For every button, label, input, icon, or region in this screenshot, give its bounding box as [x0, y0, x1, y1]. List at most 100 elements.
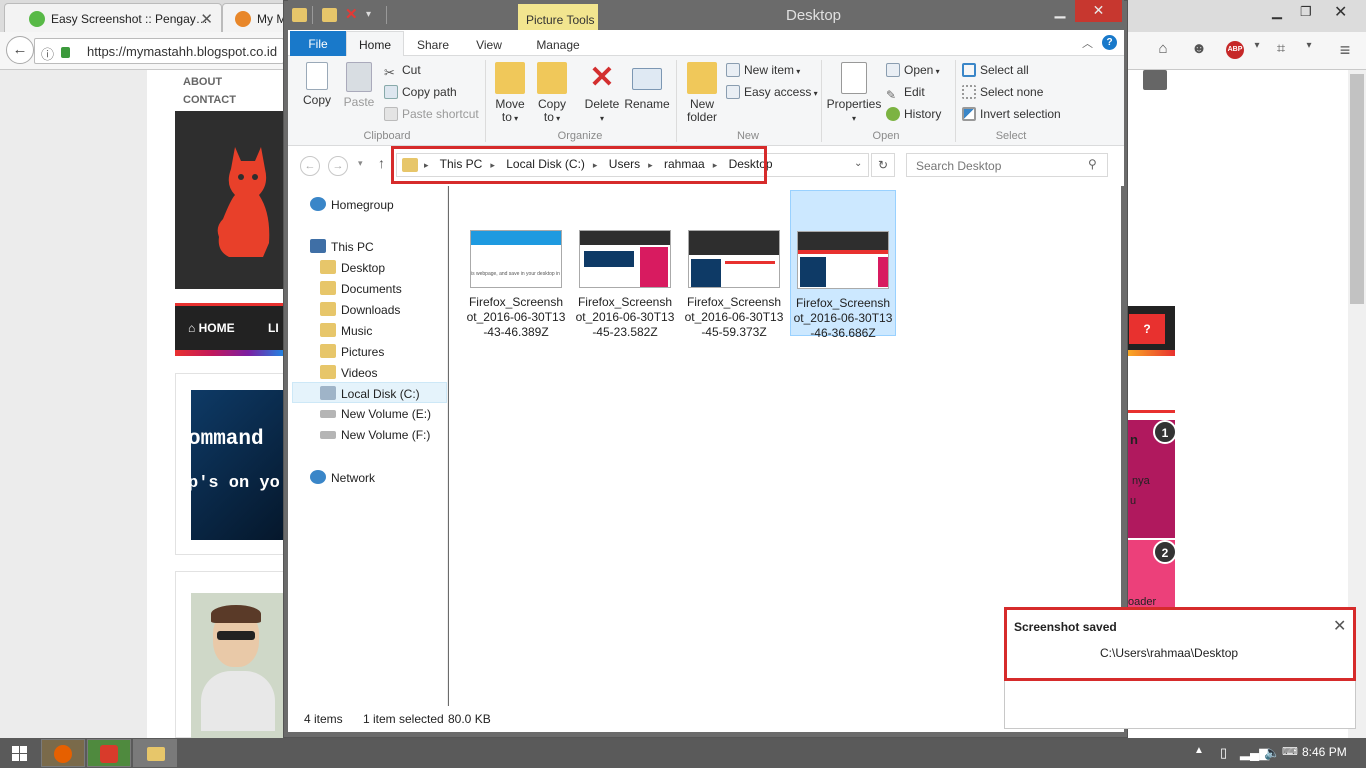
close-tab-icon[interactable]: ✕ [200, 10, 213, 28]
adblock-icon[interactable]: ABP [1226, 41, 1244, 59]
side-stripe [1128, 410, 1175, 413]
menu-icon[interactable]: ≡ [1334, 40, 1356, 60]
refresh-button[interactable]: ↻ [871, 153, 895, 177]
nav-videos[interactable]: Videos [320, 365, 377, 380]
invert-selection-button[interactable]: Invert selection [962, 106, 1061, 124]
browser-tab-my[interactable]: My M [222, 3, 288, 32]
restore-icon[interactable]: ❐ [1300, 4, 1312, 20]
thumbnail-sidebar [640, 247, 668, 287]
home-icon[interactable]: ⌂ [1152, 40, 1174, 60]
select-none-button[interactable]: Select none [962, 84, 1043, 102]
file-item[interactable]: Firefox_Screensh ot_2016-06-30T13 -45-59.3… [681, 190, 787, 339]
edit-button[interactable]: ✎ Edit [886, 84, 925, 102]
menu-home-link[interactable]: ⌂ HOME [188, 321, 235, 335]
nav-pictures[interactable]: Pictures [320, 344, 384, 359]
file-item[interactable]: is webpage, and save in your desktop in … [463, 190, 569, 339]
help-button[interactable]: ? [1129, 314, 1165, 344]
screenshot-app-taskbar-button[interactable] [87, 739, 131, 767]
image-thumbnail: is webpage, and save in your desktop in … [470, 230, 562, 288]
menu-next-link[interactable]: LI [268, 321, 279, 335]
firefox-taskbar-button[interactable] [41, 739, 85, 767]
explorer-taskbar-button[interactable] [133, 739, 177, 767]
info-icon[interactable]: ⓘ [41, 44, 54, 63]
tab-file[interactable]: File [290, 31, 346, 56]
delete-button[interactable]: ✕ Delete ▾ [582, 62, 622, 125]
recent-locations-icon[interactable]: ▾ [358, 158, 363, 169]
url-bar[interactable]: ⓘ https://mymastahh.blogspot.co.id [34, 38, 284, 64]
browser-tab-easy-screenshot[interactable]: Easy Screenshot :: Pengay… ✕ [4, 3, 222, 32]
move-to-button[interactable]: Move to ▾ [492, 62, 528, 125]
nav-network[interactable]: Network [310, 470, 375, 485]
back-button[interactable]: ← [6, 36, 34, 64]
rank-badge: 1 [1153, 420, 1177, 444]
back-button[interactable]: ← [300, 156, 320, 176]
volume-icon[interactable]: 🔈 [1264, 745, 1280, 761]
file-item[interactable]: Firefox_Screensh ot_2016-06-30T13 -45-23.5… [572, 190, 678, 339]
move-to-label-2: to [501, 110, 512, 124]
selection-size: 80.0 KB [448, 712, 491, 726]
chevron-down-icon[interactable]: ▾ [1246, 40, 1268, 60]
nav-documents[interactable]: Documents [320, 281, 402, 296]
paste-button[interactable]: Paste [340, 62, 378, 109]
nav-contact[interactable]: CONTACT [175, 88, 240, 106]
nav-local-disk[interactable]: Local Disk (C:) [320, 386, 420, 401]
chevron-down-icon[interactable]: ⌄ [854, 158, 862, 169]
window-title: Desktop [786, 7, 842, 24]
open-button[interactable]: Open ▾ [886, 62, 940, 80]
computer-icon [310, 239, 326, 253]
move-to-label: Move [495, 97, 525, 111]
close-icon[interactable]: ✕ [1333, 616, 1346, 636]
nav-downloads[interactable]: Downloads [320, 302, 400, 317]
close-button[interactable]: ✕ [1075, 0, 1122, 22]
windows-start-icon[interactable] [12, 746, 28, 762]
properties-button[interactable]: Properties ▾ [826, 62, 882, 125]
delete-x-icon: ✕ [589, 61, 615, 94]
select-all-icon [962, 63, 976, 77]
help-icon[interactable]: ? [1102, 35, 1117, 50]
tab-share[interactable]: Share [410, 33, 456, 55]
avatar-thumbnail[interactable] [191, 593, 285, 738]
crop-icon[interactable]: ⌗ [1270, 40, 1292, 60]
nav-new-volume-e[interactable]: New Volume (E:) [320, 407, 431, 421]
forward-button[interactable]: → [328, 156, 348, 176]
nav-new-volume-f[interactable]: New Volume (F:) [320, 428, 430, 442]
chevron-down-icon[interactable]: ▾ [366, 9, 371, 20]
nav-music[interactable]: Music [320, 323, 372, 338]
minimize-button[interactable]: ▁ [1046, 0, 1074, 22]
nav-this-pc[interactable]: This PC [310, 239, 374, 254]
file-item-selected[interactable]: Firefox_Screensh ot_2016-06-30T13 -46-36.6… [790, 190, 896, 340]
clock[interactable]: 8:46 PM [1302, 745, 1347, 759]
facebook-icon[interactable] [1143, 70, 1167, 90]
emoji-icon[interactable]: ☻ [1188, 40, 1210, 60]
tab-view[interactable]: View [466, 33, 512, 55]
new-item-button[interactable]: New item ▾ [726, 62, 800, 80]
post-thumbnail[interactable] [191, 390, 285, 540]
copy-path-button[interactable]: Copy path [384, 84, 457, 102]
copy-button[interactable]: Copy [298, 62, 336, 107]
delete-icon[interactable]: ✕ [345, 5, 358, 23]
close-icon[interactable]: ✕ [1334, 2, 1347, 22]
nav-desktop[interactable]: Desktop [320, 260, 385, 275]
tray-chevron-up-icon[interactable]: ▲ [1194, 745, 1204, 756]
scrollbar-thumb[interactable] [1350, 74, 1364, 304]
select-all-button[interactable]: Select all [962, 62, 1029, 80]
rename-button[interactable]: Rename [624, 62, 670, 111]
paste-shortcut-button[interactable]: Paste shortcut [384, 106, 479, 124]
new-folder-button[interactable]: New folder [682, 62, 722, 124]
easy-access-button[interactable]: Easy access ▾ [726, 84, 818, 102]
keyboard-icon[interactable]: ⌨ [1282, 745, 1298, 758]
collapse-ribbon-icon[interactable]: ︿ [1082, 35, 1093, 51]
nav-about[interactable]: ABOUT [175, 70, 226, 88]
copy-to-button[interactable]: Copy to ▾ [534, 62, 570, 125]
phone-icon[interactable]: ▯ [1220, 745, 1227, 761]
search-input[interactable]: Search Desktop [906, 153, 1108, 177]
history-button[interactable]: History [886, 106, 941, 124]
up-arrow-icon[interactable]: ↑ [378, 155, 385, 171]
tab-home[interactable]: Home [346, 31, 404, 57]
nav-homegroup[interactable]: Homegroup [310, 197, 394, 212]
chevron-down-icon[interactable]: ▾ [1298, 40, 1320, 60]
minimize-icon[interactable]: ▁ [1272, 4, 1282, 20]
cut-button[interactable]: ✂ Cut [384, 62, 421, 80]
tab-manage[interactable]: Manage [530, 33, 586, 55]
properties-icon[interactable] [322, 8, 337, 22]
